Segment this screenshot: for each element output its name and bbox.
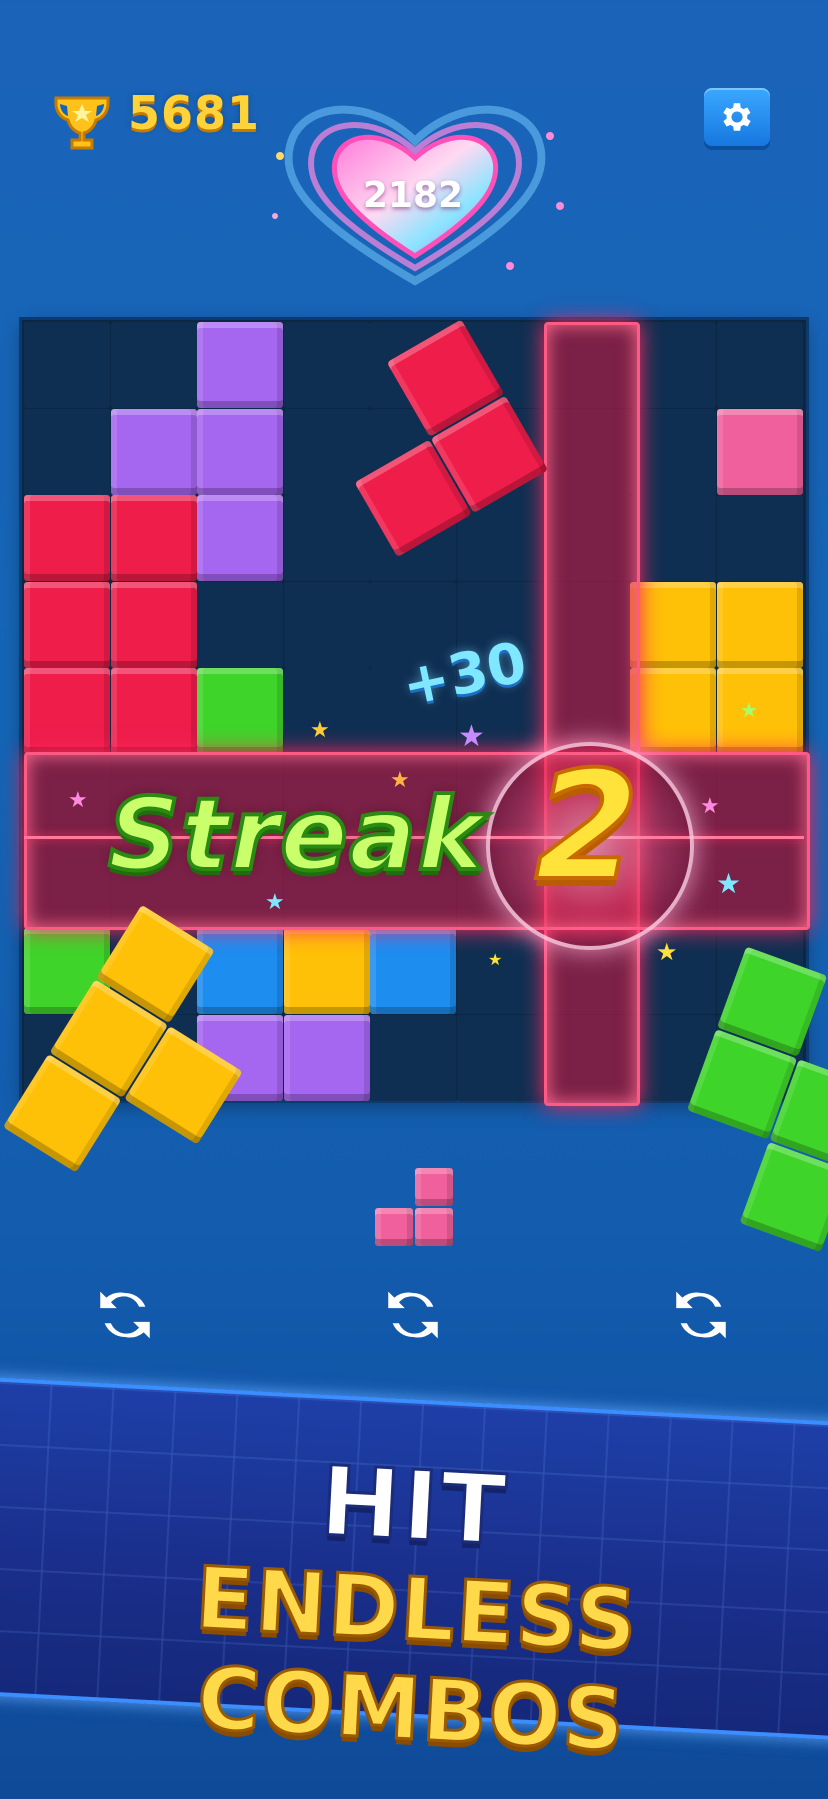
high-score: 5681 bbox=[128, 86, 261, 140]
sparkle-star: ★ bbox=[458, 719, 485, 754]
board-cell-red bbox=[110, 495, 197, 582]
sparkle-star: ★ bbox=[700, 794, 720, 819]
sparkle-star: ★ bbox=[310, 718, 330, 743]
piece-block bbox=[375, 1208, 413, 1246]
piece-block bbox=[739, 1141, 828, 1253]
refresh-button-center[interactable] bbox=[380, 1282, 446, 1348]
board-cell-empty bbox=[110, 322, 197, 408]
board-cell-empty bbox=[283, 581, 370, 668]
board-cell-green bbox=[197, 668, 284, 755]
board-cell-empty bbox=[457, 928, 543, 1015]
current-score: 2182 bbox=[362, 175, 464, 216]
board-cell-yellow bbox=[716, 668, 803, 755]
sparkle-star: ★ bbox=[716, 867, 742, 900]
gear-icon bbox=[723, 103, 751, 131]
refresh-button-left[interactable] bbox=[92, 1282, 158, 1348]
board-cell-yellow bbox=[716, 581, 803, 668]
piece-block bbox=[415, 1208, 453, 1246]
board-cell-yellow bbox=[630, 668, 717, 755]
board-cell-yellow bbox=[630, 581, 717, 668]
board-cell-purple bbox=[110, 408, 197, 495]
board-cell-red bbox=[24, 495, 110, 582]
board-cell-purple bbox=[197, 408, 284, 495]
board-cell-empty bbox=[283, 495, 370, 582]
board-cell-yellow bbox=[283, 928, 370, 1015]
trophy-icon bbox=[46, 90, 118, 154]
board-cell-empty bbox=[24, 322, 110, 408]
board-cell-purple bbox=[283, 1014, 370, 1101]
board-cell-purple bbox=[197, 495, 284, 582]
sparkle-star: ★ bbox=[68, 788, 88, 813]
board-cell-red bbox=[24, 668, 110, 755]
board-cell-pink bbox=[716, 408, 803, 495]
board-cell-red bbox=[110, 581, 197, 668]
sparkle-star: ★ bbox=[656, 938, 678, 966]
board-cell-red bbox=[110, 668, 197, 755]
board-cell-purple bbox=[197, 322, 284, 408]
settings-button[interactable] bbox=[704, 88, 770, 146]
tray-piece-pink[interactable] bbox=[375, 1168, 455, 1246]
refresh-icon bbox=[676, 1291, 726, 1339]
board-cell-empty bbox=[370, 1014, 457, 1101]
board-cell-empty bbox=[630, 322, 717, 408]
refresh-icon bbox=[388, 1291, 438, 1339]
board-cell-empty bbox=[24, 408, 110, 495]
sparkle-star: ★ bbox=[265, 890, 285, 915]
board-cell-empty bbox=[630, 408, 717, 495]
sparkle-star: ★ bbox=[740, 698, 758, 722]
board-cell-empty bbox=[457, 1014, 543, 1101]
streak-label: Streak bbox=[106, 774, 486, 895]
board-cell-blue bbox=[370, 928, 457, 1015]
piece-block bbox=[415, 1168, 453, 1206]
refresh-button-right[interactable] bbox=[668, 1282, 734, 1348]
board-cell-empty bbox=[197, 581, 284, 668]
streak-count: 2 bbox=[533, 740, 641, 914]
sparkle-star: ★ bbox=[488, 950, 503, 969]
board-cell-red bbox=[24, 581, 110, 668]
refresh-icon bbox=[100, 1291, 150, 1339]
board-cell-empty bbox=[716, 495, 803, 582]
board-cell-empty bbox=[716, 322, 803, 408]
promo-subheadline: ENDLESS COMBOS bbox=[191, 1547, 641, 1773]
